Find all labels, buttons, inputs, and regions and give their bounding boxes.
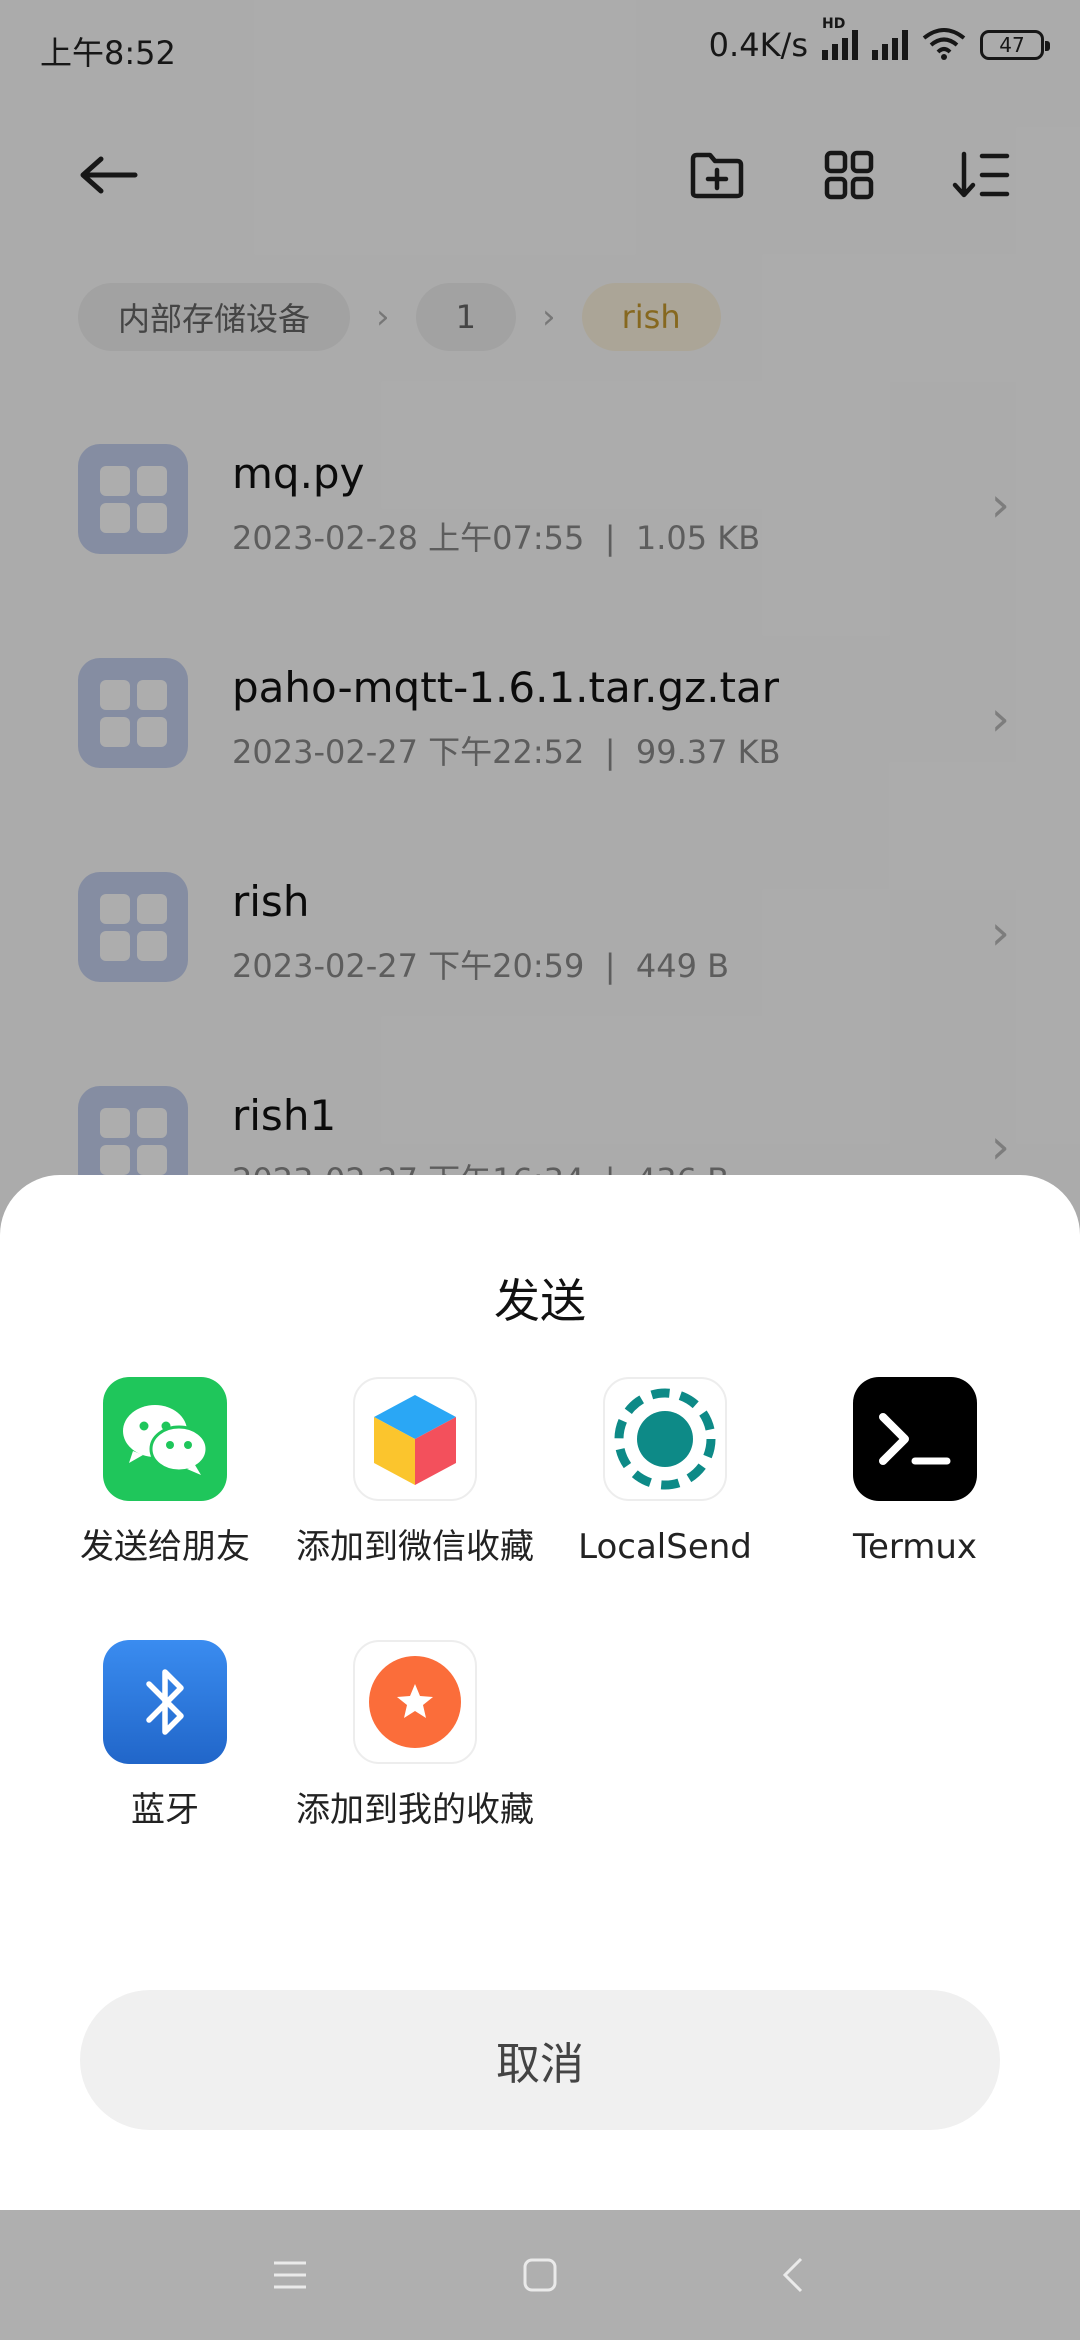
share-target-label: 添加到微信收藏 bbox=[296, 1527, 534, 1567]
share-target-my-favorites[interactable]: 添加到我的收藏 bbox=[290, 1640, 540, 1834]
navigation-bar bbox=[0, 2210, 1080, 2340]
share-target-label: 蓝牙 bbox=[131, 1790, 199, 1830]
wechat-favorites-cube-icon bbox=[353, 1377, 477, 1501]
localsend-icon bbox=[603, 1377, 727, 1501]
bluetooth-icon bbox=[103, 1640, 227, 1764]
cancel-button[interactable]: 取消 bbox=[80, 1990, 1000, 2130]
share-target-wechat-favorites[interactable]: 添加到微信收藏 bbox=[290, 1377, 540, 1571]
back-icon[interactable] bbox=[768, 2250, 818, 2300]
home-icon[interactable] bbox=[515, 2250, 565, 2300]
share-target-localsend[interactable]: LocalSend bbox=[540, 1377, 790, 1571]
share-target-label: 发送给朋友 bbox=[80, 1527, 250, 1567]
share-sheet: 发送 发送给朋友 添加到微信收藏 LocalSend Termux 蓝牙 添加到… bbox=[0, 1175, 1080, 2210]
terminal-icon bbox=[853, 1377, 977, 1501]
star-favorite-icon bbox=[353, 1640, 477, 1764]
share-target-termux[interactable]: Termux bbox=[790, 1377, 1040, 1571]
file-manager-screen: 上午8:52 0.4K/s HD 47 内部存储设备 › 1 › rish mq… bbox=[0, 0, 1080, 2340]
share-target-bluetooth[interactable]: 蓝牙 bbox=[40, 1640, 290, 1834]
menu-icon[interactable] bbox=[265, 2250, 315, 2300]
share-sheet-title: 发送 bbox=[494, 1274, 586, 1328]
share-target-label: 添加到我的收藏 bbox=[296, 1790, 534, 1830]
wechat-icon bbox=[103, 1377, 227, 1501]
share-target-label: Termux bbox=[852, 1527, 978, 1567]
share-target-label: LocalSend bbox=[578, 1527, 752, 1567]
share-target-wechat-friend[interactable]: 发送给朋友 bbox=[40, 1377, 290, 1571]
